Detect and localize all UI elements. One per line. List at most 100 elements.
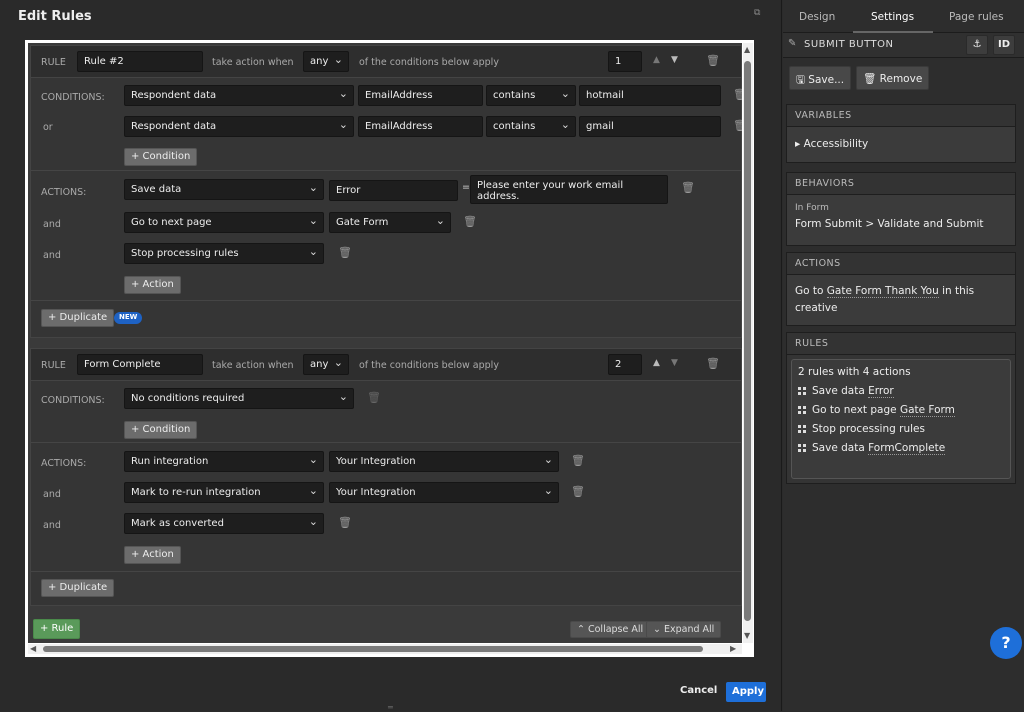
apply-button[interactable]: Apply bbox=[726, 682, 766, 702]
horizontal-scroll-thumb[interactable] bbox=[43, 646, 703, 652]
help-button[interactable]: ? bbox=[990, 627, 1022, 659]
action-type-select[interactable]: Save data bbox=[124, 179, 324, 200]
action-target-input[interactable]: Error bbox=[329, 180, 458, 201]
rules-list-item: Go to next page Gate Form bbox=[798, 404, 1004, 417]
action-target-select[interactable]: Your Integration bbox=[329, 482, 559, 503]
duplicate-rule-button[interactable]: + Duplicate bbox=[41, 309, 115, 327]
action-type-select[interactable]: Mark as converted bbox=[124, 513, 324, 534]
condition-source-select[interactable]: Respondent data bbox=[124, 116, 354, 137]
add-action-button[interactable]: + Action bbox=[124, 276, 181, 294]
behaviors-content[interactable]: In Form Form Submit > Validate and Submi… bbox=[787, 195, 1015, 245]
id-button[interactable]: ID bbox=[993, 35, 1015, 55]
rules-item-text: Save data bbox=[812, 442, 869, 454]
action-type-select[interactable]: Stop processing rules bbox=[124, 243, 324, 264]
and-label: and bbox=[43, 219, 61, 230]
condition-value-input[interactable]: hotmail bbox=[579, 85, 721, 106]
anchor-icon[interactable]: ⚓ bbox=[966, 35, 988, 55]
rule-order-input[interactable]: 2 bbox=[608, 354, 642, 375]
scroll-up-icon[interactable]: ▲ bbox=[744, 45, 750, 54]
condition-value-input[interactable]: gmail bbox=[579, 116, 721, 137]
expand-all-button[interactable]: ⌄ Expand All bbox=[646, 621, 722, 638]
cancel-button[interactable]: Cancel bbox=[680, 685, 717, 696]
delete-action-icon[interactable]: 🗑 bbox=[571, 454, 585, 467]
move-down-icon[interactable]: ▼ bbox=[671, 358, 678, 368]
condition-field-input[interactable]: EmailAddress bbox=[358, 116, 483, 137]
scroll-left-icon[interactable]: ◀ bbox=[30, 644, 36, 653]
save-label: Save... bbox=[808, 74, 845, 86]
rules-summary-box[interactable]: 2 rules with 4 actions Save data Error G… bbox=[791, 359, 1011, 479]
action-type-select[interactable]: Mark to re-run integration bbox=[124, 482, 324, 503]
delete-rule-icon[interactable]: 🗑 bbox=[706, 357, 720, 370]
delete-action-icon[interactable]: 🗑 bbox=[338, 246, 352, 259]
save-button[interactable]: 🖫 Save... bbox=[789, 66, 852, 90]
element-header: ✎ SUBMIT BUTTON ⚓ ID bbox=[783, 33, 1024, 58]
actions-panel-content[interactable]: Go to Gate Form Thank You in this creati… bbox=[787, 275, 1015, 325]
add-condition-button[interactable]: + Condition bbox=[124, 421, 198, 439]
rule-name-input[interactable]: Form Complete bbox=[77, 354, 203, 375]
condition-op-select[interactable]: contains bbox=[486, 85, 576, 106]
rule-card: RULE Rule #2 take action when any of the… bbox=[30, 45, 742, 338]
collapse-all-button[interactable]: ⌃ Collapse All bbox=[570, 621, 651, 638]
pencil-icon[interactable]: ✎ bbox=[788, 38, 796, 49]
add-action-button[interactable]: + Action bbox=[124, 546, 181, 564]
tab-settings[interactable]: Settings bbox=[871, 11, 914, 23]
delete-rule-icon[interactable]: 🗑 bbox=[706, 54, 720, 67]
action-target-select[interactable]: Your Integration bbox=[329, 451, 559, 472]
rule-name-input[interactable]: Rule #2 bbox=[77, 51, 203, 72]
modal-title: Edit Rules bbox=[18, 9, 92, 24]
collapse-all-label: Collapse All bbox=[587, 624, 644, 635]
scroll-right-icon[interactable]: ▶ bbox=[730, 644, 736, 653]
move-down-icon[interactable]: ▼ bbox=[671, 55, 678, 65]
remove-label: Remove bbox=[879, 73, 923, 85]
rule-label: RULE bbox=[41, 360, 66, 371]
action-type-select[interactable]: Go to next page bbox=[124, 212, 324, 233]
tab-design[interactable]: Design bbox=[799, 11, 835, 23]
add-rule-button[interactable]: + Rule bbox=[33, 619, 81, 639]
condition-source-select[interactable]: Respondent data bbox=[124, 85, 354, 106]
delete-condition-icon[interactable]: 🗑 bbox=[733, 119, 742, 132]
rule-label: RULE bbox=[41, 57, 66, 68]
expand-all-label: Expand All bbox=[663, 624, 715, 635]
delete-action-icon[interactable]: 🗑 bbox=[463, 215, 477, 228]
delete-action-icon[interactable]: 🗑 bbox=[681, 181, 695, 194]
rules-item-link[interactable]: FormComplete bbox=[868, 442, 946, 455]
move-up-icon[interactable]: ▲ bbox=[653, 55, 660, 65]
tab-page-rules[interactable]: Page rules bbox=[949, 11, 1004, 23]
remove-button[interactable]: 🗑 Remove bbox=[856, 66, 930, 90]
condition-op-select[interactable]: contains bbox=[486, 116, 576, 137]
actions-panel-section: ACTIONS Go to Gate Form Thank You in thi… bbox=[786, 252, 1016, 326]
and-label: and bbox=[43, 489, 61, 500]
and-label: and bbox=[43, 250, 61, 261]
rules-item-text: Save data bbox=[812, 385, 869, 397]
rule-footer: + Duplicate bbox=[31, 572, 741, 606]
conditions-label: CONDITIONS: bbox=[41, 395, 105, 406]
actions-link[interactable]: Gate Form Thank You bbox=[826, 285, 939, 298]
match-select[interactable]: any bbox=[303, 51, 349, 72]
scroll-down-icon[interactable]: ▼ bbox=[744, 631, 750, 640]
vertical-scroll-thumb[interactable] bbox=[744, 61, 751, 621]
horizontal-scrollbar[interactable]: ◀ ▶ bbox=[28, 644, 742, 654]
duplicate-rule-button[interactable]: + Duplicate bbox=[41, 579, 115, 597]
match-select[interactable]: any bbox=[303, 354, 349, 375]
rules-item-link[interactable]: Error bbox=[868, 385, 894, 398]
vertical-scrollbar[interactable]: ▲ ▼ bbox=[743, 43, 753, 643]
edit-rules-modal: Edit Rules ⧉ RULE Rule #2 take action wh… bbox=[0, 0, 782, 712]
delete-condition-icon[interactable]: 🗑 bbox=[733, 88, 742, 101]
rule-order-input[interactable]: 1 bbox=[608, 51, 642, 72]
condition-source-select[interactable]: No conditions required bbox=[124, 388, 354, 409]
add-condition-button[interactable]: + Condition bbox=[124, 148, 198, 166]
floppy-icon: 🖫 bbox=[796, 74, 809, 86]
action-target-select[interactable]: Gate Form bbox=[329, 212, 451, 233]
chevron-down-icon: ⌄ bbox=[653, 624, 664, 635]
action-type-select[interactable]: Run integration bbox=[124, 451, 324, 472]
move-up-icon[interactable]: ▲ bbox=[653, 358, 660, 368]
delete-action-icon[interactable]: 🗑 bbox=[571, 485, 585, 498]
condition-field-input[interactable]: EmailAddress bbox=[358, 85, 483, 106]
accessibility-row[interactable]: ▸ Accessibility bbox=[787, 127, 1015, 162]
rules-item-link[interactable]: Gate Form bbox=[899, 404, 955, 417]
action-value-textarea[interactable]: Please enter your work email address. bbox=[470, 175, 668, 204]
delete-condition-icon[interactable]: 🗑 bbox=[367, 391, 381, 404]
conditions-section: CONDITIONS: No conditions required 🗑 + C… bbox=[31, 381, 741, 443]
popout-icon[interactable]: ⧉ bbox=[754, 8, 764, 18]
delete-action-icon[interactable]: 🗑 bbox=[338, 516, 352, 529]
